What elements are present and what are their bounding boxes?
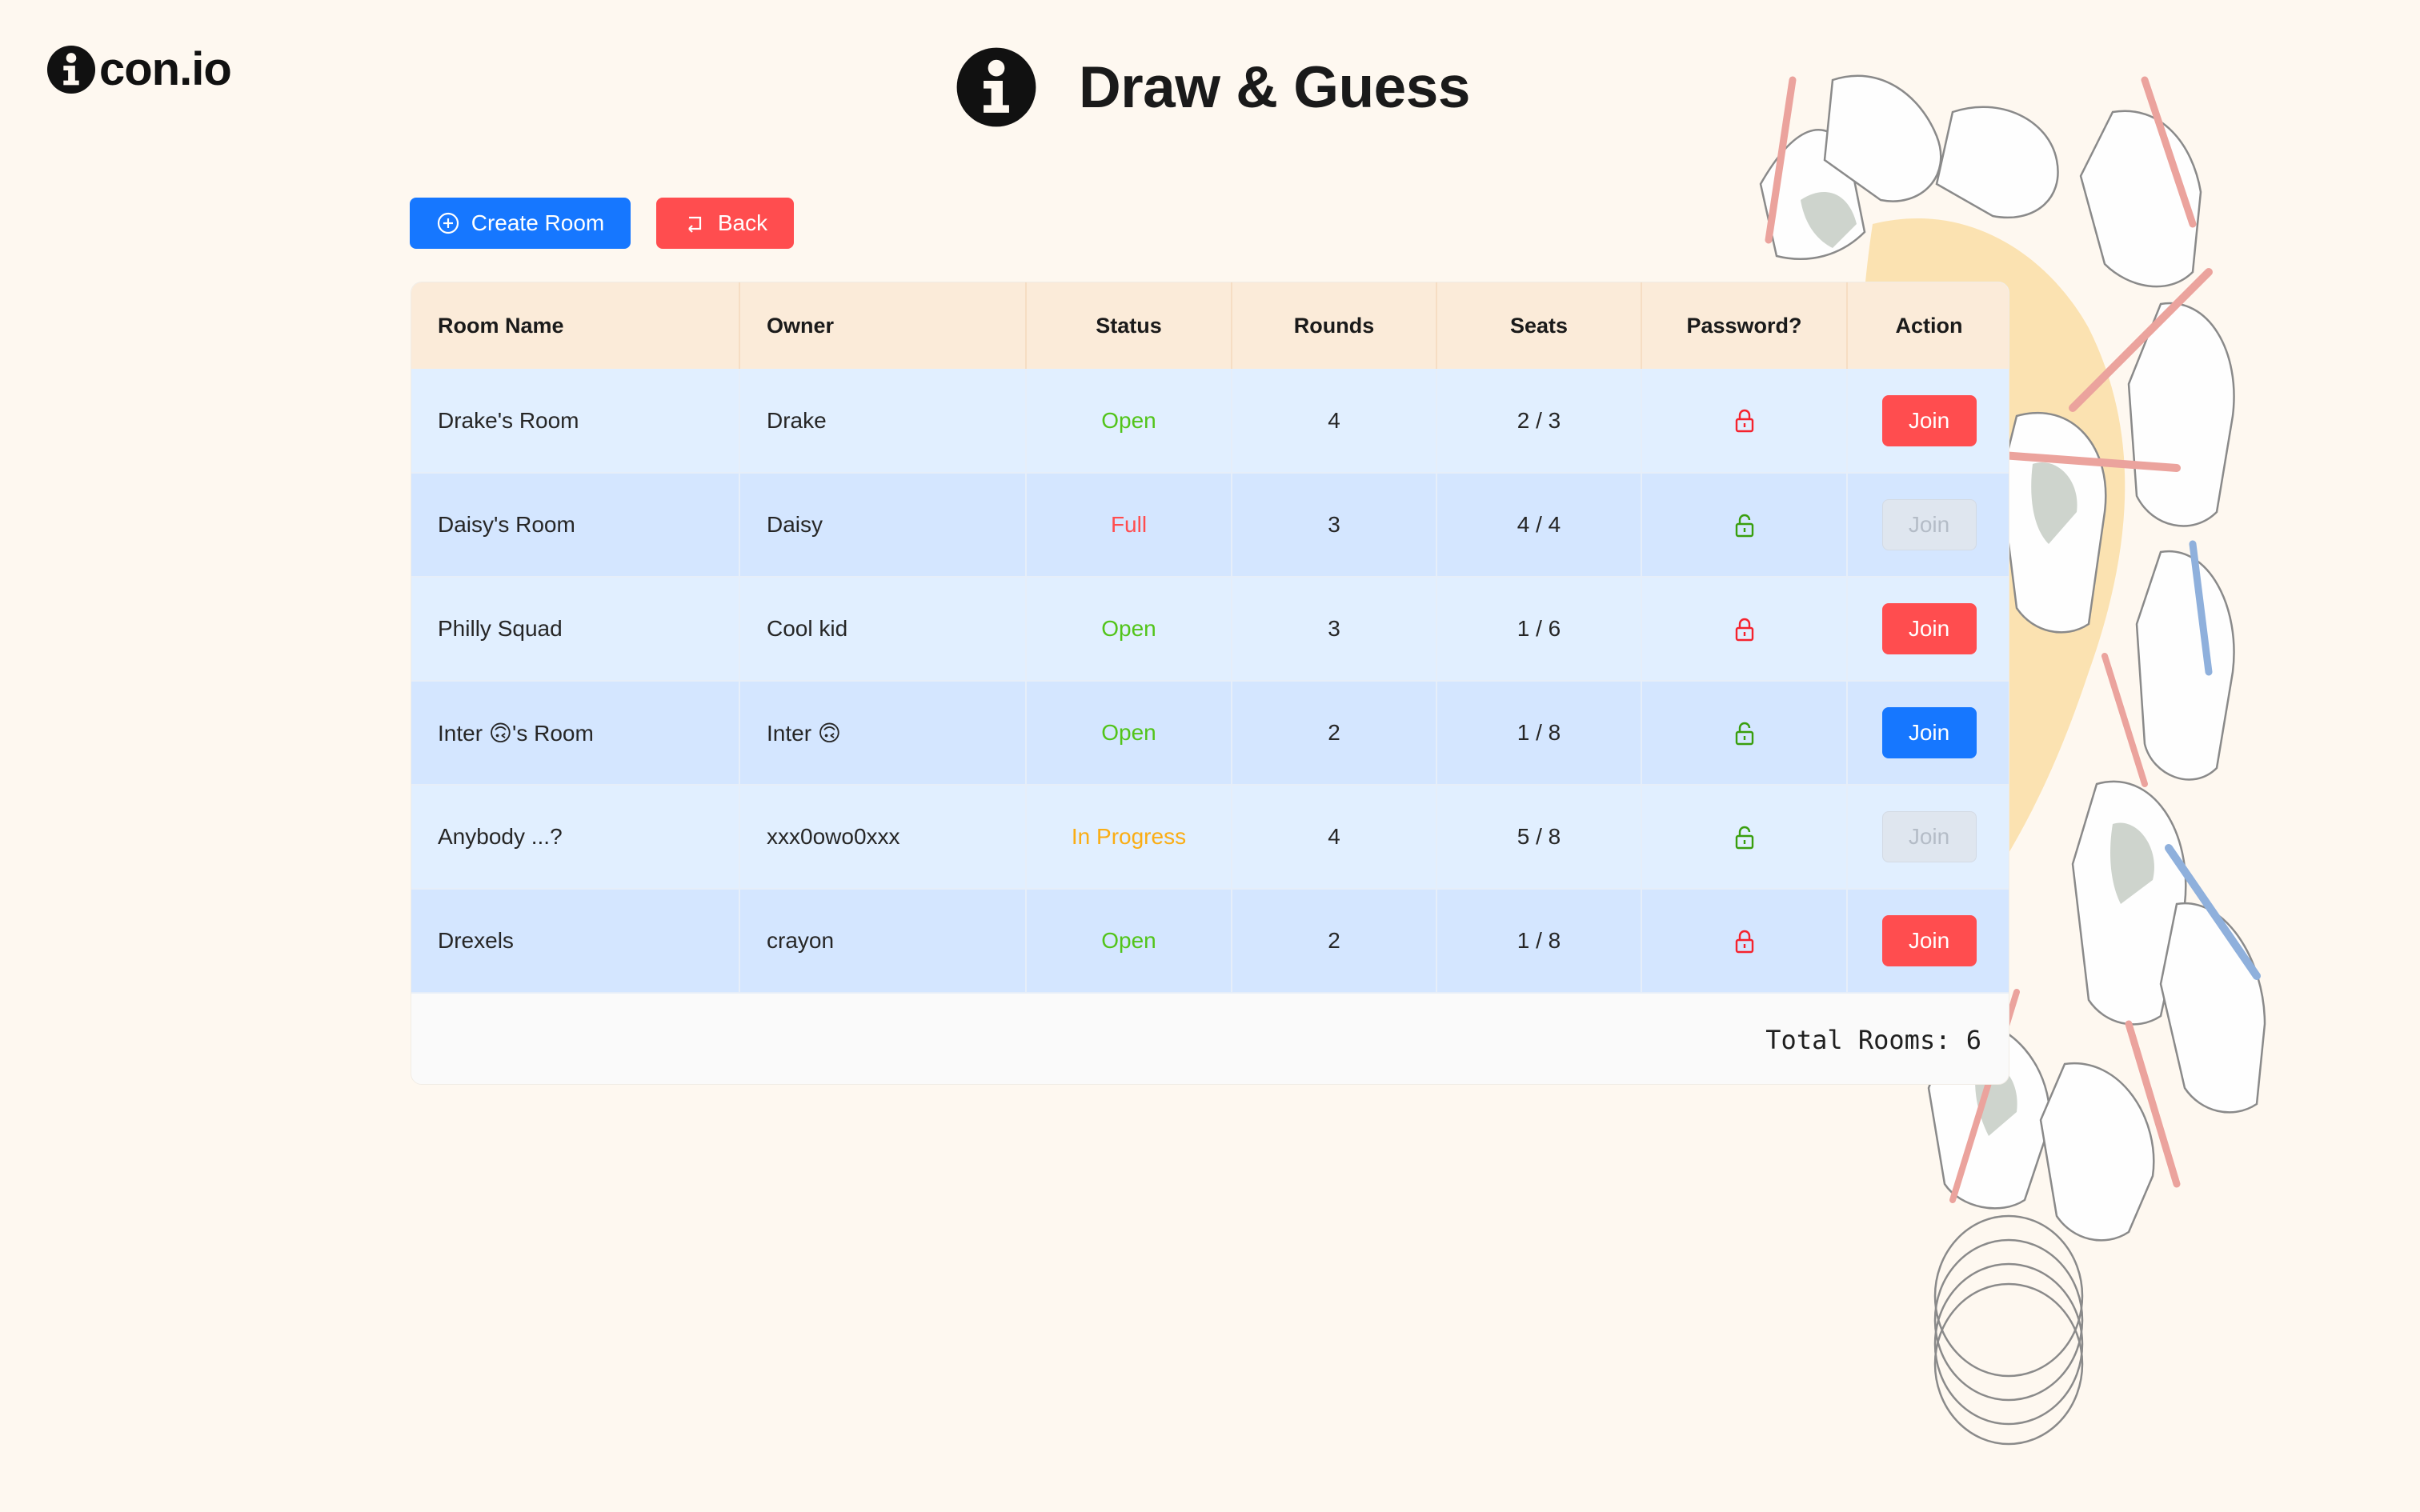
column-header-status: Status	[1026, 282, 1232, 369]
column-header-owner: Owner	[739, 282, 1027, 369]
create-room-label: Create Room	[471, 210, 605, 235]
lock-icon	[1735, 618, 1753, 641]
column-header-seats: Seats	[1436, 282, 1642, 369]
info-icon	[956, 47, 1036, 127]
lock-icon	[1735, 410, 1753, 433]
rounds-cell: 3	[1232, 577, 1437, 682]
seats-cell: 1 / 6	[1436, 577, 1642, 682]
room-name-cell: Philly Squad	[411, 577, 740, 682]
logo-text: con.io	[99, 43, 232, 95]
action-cell: Join	[1847, 785, 2009, 890]
room-name-cell: Inter 🙃's Room	[411, 681, 740, 786]
password-cell	[1641, 473, 1848, 578]
lock-icon	[1735, 930, 1753, 953]
room-name-cell: Anybody ...?	[411, 785, 740, 890]
table-row: Inter 🙃's Room Inter 🙃 Open 2 1 / 8 Join	[411, 681, 2009, 786]
info-icon	[46, 45, 96, 94]
status-cell: Full	[1026, 473, 1232, 578]
password-cell	[1641, 785, 1848, 890]
logo[interactable]: con.io	[46, 43, 232, 95]
back-button[interactable]: Back	[656, 198, 794, 249]
plus-circle-icon	[437, 212, 459, 234]
action-cell: Join	[1847, 889, 2009, 994]
rounds-cell: 3	[1232, 473, 1437, 578]
room-name-cell: Drexels	[411, 889, 740, 994]
password-cell	[1641, 577, 1848, 682]
owner-cell: xxx0owo0xxx	[739, 785, 1027, 890]
rooms-table: Room Name Owner Status Rounds Seats Pass…	[411, 282, 2009, 1085]
rounds-cell: 4	[1232, 369, 1437, 474]
rollback-icon	[688, 216, 701, 233]
seats-cell: 2 / 3	[1436, 369, 1642, 474]
rounds-cell: 4	[1232, 785, 1437, 890]
column-header-rounds: Rounds	[1232, 282, 1437, 369]
column-header-action: Action	[1847, 282, 2009, 369]
table-header-row: Room Name Owner Status Rounds Seats Pass…	[411, 282, 2009, 369]
table-row: Drake's Room Drake Open 4 2 / 3 Join	[411, 369, 2009, 474]
column-header-password: Password?	[1641, 282, 1848, 369]
unlock-icon	[1735, 722, 1753, 745]
table-row: Daisy's Room Daisy Full 3 4 / 4 Join	[411, 473, 2009, 578]
password-cell	[1641, 681, 1848, 786]
table-row: Drexels crayon Open 2 1 / 8 Join	[411, 889, 2009, 994]
room-name-cell: Drake's Room	[411, 369, 740, 474]
seats-cell: 4 / 4	[1436, 473, 1642, 578]
rounds-cell: 2	[1232, 681, 1437, 786]
password-cell	[1641, 369, 1848, 474]
password-cell	[1641, 889, 1848, 994]
action-cell: Join	[1847, 369, 2009, 474]
status-cell: Open	[1026, 681, 1232, 786]
create-room-button[interactable]: Create Room	[410, 198, 631, 249]
status-cell: Open	[1026, 577, 1232, 682]
back-label: Back	[717, 210, 768, 235]
action-cell: Join	[1847, 681, 2009, 786]
table-footer: Total Rooms: 6	[411, 994, 2009, 1084]
status-cell: Open	[1026, 889, 1232, 994]
rounds-cell: 2	[1232, 889, 1437, 994]
action-cell: Join	[1847, 473, 2009, 578]
join-button[interactable]: Join	[1881, 394, 1977, 446]
total-rooms-text: Total Rooms: 6	[1765, 1025, 1981, 1055]
unlock-icon	[1735, 826, 1753, 849]
owner-cell: Drake	[739, 369, 1027, 474]
column-header-room-name: Room Name	[411, 282, 740, 369]
room-name-cell: Daisy's Room	[411, 473, 740, 578]
join-button[interactable]: Join	[1881, 499, 1977, 550]
status-cell: Open	[1026, 369, 1232, 474]
owner-cell: crayon	[739, 889, 1027, 994]
action-cell: Join	[1847, 577, 2009, 682]
table-row: Philly Squad Cool kid Open 3 1 / 6 Join	[411, 577, 2009, 682]
join-button[interactable]: Join	[1881, 603, 1977, 654]
page-header: Draw & Guess	[956, 46, 1470, 128]
join-button[interactable]: Join	[1881, 707, 1977, 758]
join-button[interactable]: Join	[1881, 811, 1977, 862]
table-row: Anybody ...? xxx0owo0xxx In Progress 4 5…	[411, 785, 2009, 890]
join-button[interactable]: Join	[1881, 915, 1977, 966]
seats-cell: 1 / 8	[1436, 681, 1642, 786]
owner-cell: Inter 🙃	[739, 681, 1027, 786]
seats-cell: 5 / 8	[1436, 785, 1642, 890]
status-cell: In Progress	[1026, 785, 1232, 890]
unlock-icon	[1735, 514, 1753, 537]
page-title: Draw & Guess	[1079, 54, 1470, 120]
seats-cell: 1 / 8	[1436, 889, 1642, 994]
owner-cell: Cool kid	[739, 577, 1027, 682]
owner-cell: Daisy	[739, 473, 1027, 578]
